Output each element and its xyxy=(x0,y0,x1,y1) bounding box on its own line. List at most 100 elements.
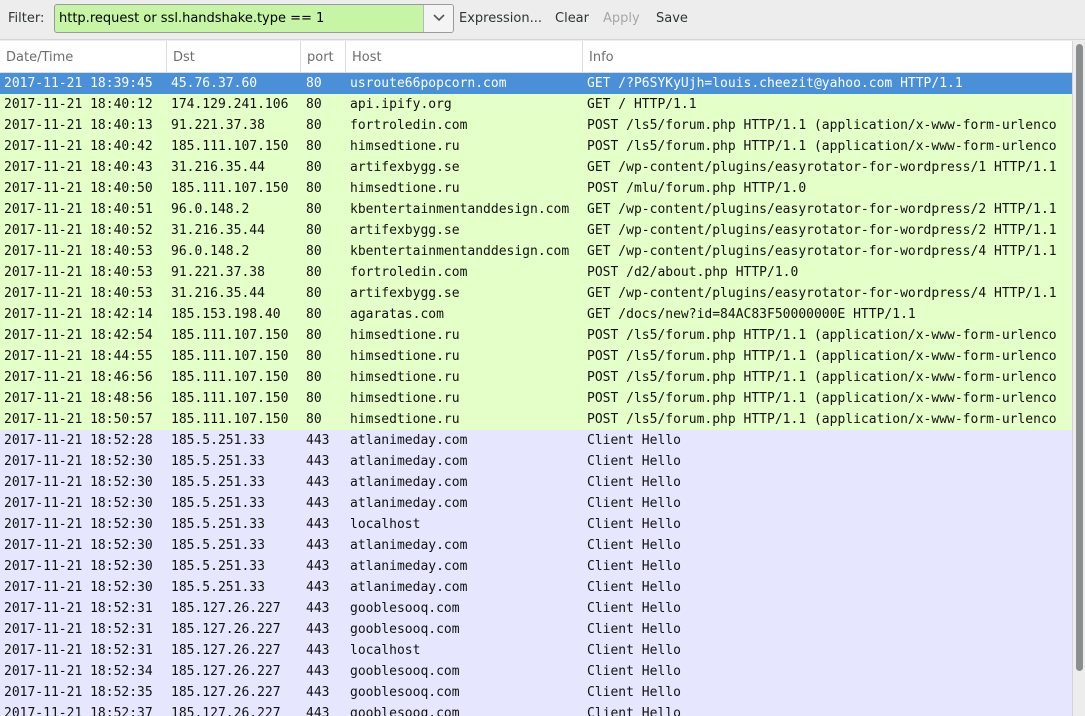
packet-row[interactable]: 2017-11-21 18:40:53 96.0.148.2 80 kbenterta… xyxy=(0,241,1072,262)
cell-datetime: 2017-11-21 18:40:53 xyxy=(4,265,153,280)
cell-datetime: 2017-11-21 18:52:31 xyxy=(4,601,153,616)
cell-dst: 185.5.251.33 xyxy=(171,475,265,490)
packet-row[interactable]: 2017-11-21 18:52:34 185.127.26.227 443 goob… xyxy=(0,661,1072,682)
column-header-datetime[interactable]: Date/Time xyxy=(0,41,167,73)
cell-dst: 45.76.37.60 xyxy=(171,76,258,91)
cell-port: 443 xyxy=(306,559,330,574)
packet-row[interactable]: 2017-11-21 18:40:51 96.0.148.2 80 kbenterta… xyxy=(0,199,1072,220)
cell-datetime: 2017-11-21 18:52:31 xyxy=(4,643,153,658)
cell-datetime: 2017-11-21 18:44:55 xyxy=(4,349,153,364)
cell-host: api.ipify.org xyxy=(350,97,452,112)
packet-row[interactable]: 2017-11-21 18:52:31 185.127.26.227 443 goob… xyxy=(0,619,1072,640)
packet-row[interactable]: 2017-11-21 18:52:30 185.5.251.33 443 localh… xyxy=(0,514,1072,535)
cell-host: atlanimeday.com xyxy=(350,433,468,448)
packet-row[interactable]: 2017-11-21 18:40:53 91.221.37.38 80 fortrol… xyxy=(0,262,1072,283)
packet-row[interactable]: 2017-11-21 18:46:56 185.111.107.150 80 hims… xyxy=(0,367,1072,388)
cell-host: agaratas.com xyxy=(350,307,444,322)
filter-label: Filter: xyxy=(8,11,45,26)
cell-port: 443 xyxy=(306,580,330,595)
cell-port: 443 xyxy=(306,664,330,679)
cell-datetime: 2017-11-21 18:40:52 xyxy=(4,223,153,238)
cell-datetime: 2017-11-21 18:52:30 xyxy=(4,517,153,532)
packet-row[interactable]: 2017-11-21 18:42:54 185.111.107.150 80 hims… xyxy=(0,325,1072,346)
cell-info: POST /ls5/forum.php HTTP/1.1 (applicatio… xyxy=(587,118,1057,133)
packet-row[interactable]: 2017-11-21 18:52:28 185.5.251.33 443 atlani… xyxy=(0,430,1072,451)
cell-dst: 185.127.26.227 xyxy=(171,664,281,679)
cell-info: Client Hello xyxy=(587,454,681,469)
cell-dst: 185.127.26.227 xyxy=(171,601,281,616)
cell-host: kbentertainmentanddesign.com xyxy=(350,244,570,259)
packet-row[interactable]: 2017-11-21 18:39:45 45.76.37.60 80 usroute6… xyxy=(0,73,1072,94)
packet-row[interactable]: 2017-11-21 18:52:31 185.127.26.227 443 loca… xyxy=(0,640,1072,661)
cell-dst: 91.221.37.38 xyxy=(171,118,265,133)
expression-button[interactable]: Expression... xyxy=(459,11,542,26)
cell-datetime: 2017-11-21 18:52:31 xyxy=(4,622,153,637)
cell-port: 80 xyxy=(306,328,322,343)
vertical-scrollbar[interactable] xyxy=(1072,41,1085,716)
cell-dst: 185.5.251.33 xyxy=(171,454,265,469)
display-filter-toolbar: Filter: http.request or ssl.handshake.ty… xyxy=(0,0,1085,40)
cell-dst: 185.5.251.33 xyxy=(171,559,265,574)
cell-info: Client Hello xyxy=(587,580,681,595)
cell-port: 80 xyxy=(306,349,322,364)
packet-row[interactable]: 2017-11-21 18:52:30 185.5.251.33 443 atlani… xyxy=(0,577,1072,598)
packet-row[interactable]: 2017-11-21 18:52:30 185.5.251.33 443 atlani… xyxy=(0,556,1072,577)
cell-info: POST /ls5/forum.php HTTP/1.1 (applicatio… xyxy=(587,349,1057,364)
apply-button[interactable]: Apply xyxy=(603,11,640,26)
cell-info: GET / HTTP/1.1 xyxy=(587,97,697,112)
cell-dst: 185.5.251.33 xyxy=(171,517,265,532)
column-header-dst[interactable]: Dst xyxy=(167,41,301,73)
packet-row[interactable]: 2017-11-21 18:40:12 174.129.241.106 80 api.… xyxy=(0,94,1072,115)
cell-datetime: 2017-11-21 18:40:13 xyxy=(4,118,153,133)
scrollbar-thumb[interactable] xyxy=(1076,44,1083,671)
packet-row[interactable]: 2017-11-21 18:50:57 185.111.107.150 80 hims… xyxy=(0,409,1072,430)
packet-row[interactable]: 2017-11-21 18:42:14 185.153.198.40 80 agara… xyxy=(0,304,1072,325)
packet-row[interactable]: 2017-11-21 18:52:31 185.127.26.227 443 goob… xyxy=(0,598,1072,619)
packet-row[interactable]: 2017-11-21 18:40:13 91.221.37.38 80 fortrol… xyxy=(0,115,1072,136)
cell-info: POST /ls5/forum.php HTTP/1.1 (applicatio… xyxy=(587,328,1057,343)
cell-host: artifexbygg.se xyxy=(350,160,460,175)
cell-dst: 31.216.35.44 xyxy=(171,223,265,238)
packet-row[interactable]: 2017-11-21 18:52:37 185.127.26.227 443 goob… xyxy=(0,703,1072,716)
clear-button[interactable]: Clear xyxy=(555,11,589,26)
cell-info: Client Hello xyxy=(587,622,681,637)
packet-row[interactable]: 2017-11-21 18:44:55 185.111.107.150 80 hims… xyxy=(0,346,1072,367)
cell-dst: 96.0.148.2 xyxy=(171,202,250,217)
cell-port: 80 xyxy=(306,139,322,154)
cell-host: fortroledin.com xyxy=(350,265,468,280)
cell-info: Client Hello xyxy=(587,496,681,511)
column-header-host[interactable]: Host xyxy=(346,41,583,73)
cell-port: 443 xyxy=(306,685,330,700)
packet-row[interactable]: 2017-11-21 18:48:56 185.111.107.150 80 hims… xyxy=(0,388,1072,409)
packet-row[interactable]: 2017-11-21 18:40:42 185.111.107.150 80 hims… xyxy=(0,136,1072,157)
packet-row[interactable]: 2017-11-21 18:40:53 31.216.35.44 80 artifex… xyxy=(0,283,1072,304)
filter-input-text[interactable]: http.request or ssl.handshake.type == 1 xyxy=(59,11,324,26)
cell-dst: 96.0.148.2 xyxy=(171,244,250,259)
cell-port: 80 xyxy=(306,391,322,406)
display-filter-input[interactable]: http.request or ssl.handshake.type == 1 xyxy=(54,4,454,33)
packet-row[interactable]: 2017-11-21 18:40:50 185.111.107.150 80 hims… xyxy=(0,178,1072,199)
packet-row[interactable]: 2017-11-21 18:40:52 31.216.35.44 80 artifex… xyxy=(0,220,1072,241)
packet-row[interactable]: 2017-11-21 18:40:43 31.216.35.44 80 artifex… xyxy=(0,157,1072,178)
packet-row[interactable]: 2017-11-21 18:52:30 185.5.251.33 443 atlani… xyxy=(0,493,1072,514)
save-button[interactable]: Save xyxy=(656,11,688,26)
packet-row[interactable]: 2017-11-21 18:52:35 185.127.26.227 443 goob… xyxy=(0,682,1072,703)
cell-port: 80 xyxy=(306,202,322,217)
packet-list-header: Date/Time Dst port Host Info xyxy=(0,41,1072,73)
packet-row[interactable]: 2017-11-21 18:52:30 185.5.251.33 443 atlani… xyxy=(0,535,1072,556)
filter-history-dropdown-button[interactable] xyxy=(423,5,453,32)
cell-datetime: 2017-11-21 18:46:56 xyxy=(4,370,153,385)
packet-row[interactable]: 2017-11-21 18:52:30 185.5.251.33 443 atlani… xyxy=(0,451,1072,472)
packet-row[interactable]: 2017-11-21 18:52:30 185.5.251.33 443 atlani… xyxy=(0,472,1072,493)
cell-dst: 31.216.35.44 xyxy=(171,160,265,175)
cell-info: POST /d2/about.php HTTP/1.0 xyxy=(587,265,799,280)
cell-host: himsedtione.ru xyxy=(350,139,460,154)
cell-datetime: 2017-11-21 18:52:30 xyxy=(4,454,153,469)
cell-info: GET /wp-content/plugins/easyrotator-for-… xyxy=(587,160,1057,175)
chevron-down-icon xyxy=(433,14,445,22)
cell-port: 443 xyxy=(306,454,330,469)
cell-port: 80 xyxy=(306,97,322,112)
column-header-info[interactable]: Info xyxy=(583,41,1072,73)
cell-host: artifexbygg.se xyxy=(350,223,460,238)
column-header-port[interactable]: port xyxy=(301,41,346,73)
